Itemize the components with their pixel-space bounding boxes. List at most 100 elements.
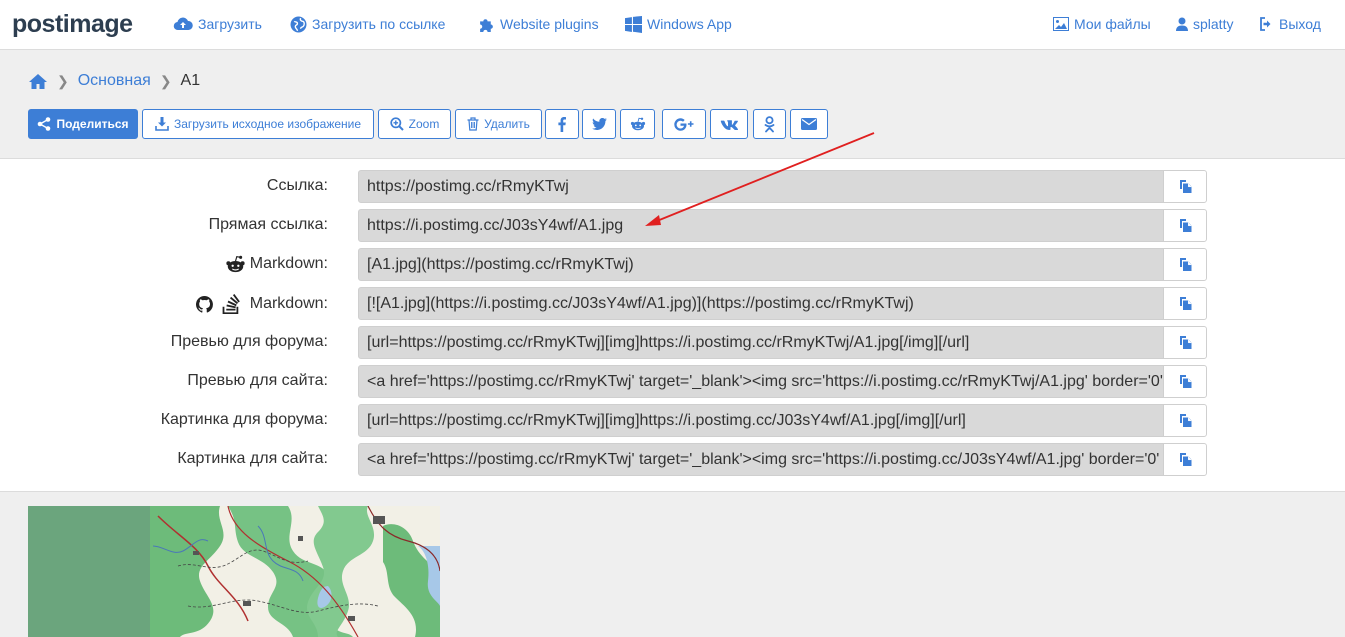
brand-logo[interactable]: postimage <box>12 10 133 39</box>
link-field[interactable]: [A1.jpg](https://postimg.cc/rRmyKTwj) <box>358 248 1164 281</box>
link-field[interactable]: <a href='https://postimg.cc/rRmyKTwj' ta… <box>358 443 1164 476</box>
nav-upload-by-link[interactable]: Загрузить по ссылке <box>290 14 445 34</box>
twitter-icon <box>591 118 607 130</box>
chevron-right-icon: ❯ <box>159 72 172 89</box>
link-label: Превью для сайта: <box>187 372 328 390</box>
reddit-icon <box>630 117 645 131</box>
vk-icon <box>720 119 738 130</box>
link-field[interactable]: https://postimg.cc/rRmyKTwj <box>358 170 1164 203</box>
nav-my-files-label: Мои файлы <box>1074 16 1151 32</box>
nav-user[interactable]: splatty <box>1176 14 1233 34</box>
image-icon <box>1053 17 1069 31</box>
copy-button[interactable] <box>1163 404 1207 437</box>
link-row: Картинка для сайта: <a href='https://pos… <box>0 443 1345 476</box>
zoom-in-icon <box>390 117 404 131</box>
globe-icon <box>290 16 307 32</box>
link-field[interactable]: [![A1.jpg](https://i.postimg.cc/J03sY4wf… <box>358 287 1164 320</box>
delete-button-label: Удалить <box>484 117 530 131</box>
puzzle-icon <box>480 18 493 32</box>
link-label: Markdown: <box>195 294 328 314</box>
zoom-button[interactable]: Zoom <box>378 109 451 139</box>
stackoverflow-icon <box>222 294 240 314</box>
nav-upload[interactable]: Загрузить <box>173 14 262 34</box>
share-google-plus-button[interactable] <box>662 109 706 139</box>
link-label-text: Ссылка: <box>266 177 328 194</box>
copy-icon <box>1179 258 1191 271</box>
breadcrumb-current: A1 <box>180 72 201 89</box>
google-plus-icon <box>674 117 694 131</box>
nav-windows-app-label: Windows App <box>647 16 732 32</box>
download-icon <box>155 117 169 131</box>
nav-my-files[interactable]: Мои файлы <box>1053 14 1151 34</box>
nav-upload-label: Загрузить <box>198 16 262 32</box>
nav-website-plugins[interactable]: Website plugins <box>478 14 599 34</box>
link-label-text: Markdown: <box>249 255 328 272</box>
home-icon[interactable] <box>28 73 48 90</box>
link-row: Превью для форума: [url=https://postimg.… <box>0 326 1345 359</box>
link-label-text: Превью для форума: <box>170 333 328 350</box>
link-field[interactable]: <a href='https://postimg.cc/rRmyKTwj' ta… <box>358 365 1164 398</box>
copy-icon <box>1179 219 1191 232</box>
image-preview[interactable] <box>28 506 440 637</box>
copy-button[interactable] <box>1163 365 1207 398</box>
delete-button[interactable]: Удалить <box>455 109 542 139</box>
download-original-button[interactable]: Загрузить исходное изображение <box>142 109 374 139</box>
chevron-right-icon: ❯ <box>57 72 69 89</box>
copy-button[interactable] <box>1163 209 1207 242</box>
nav-logout-label: Выход <box>1279 16 1321 32</box>
link-field[interactable]: [url=https://postimg.cc/rRmyKTwj][img]ht… <box>358 404 1164 437</box>
top-navbar: postimage Загрузить Загрузить по ссылке … <box>0 0 1345 50</box>
reddit-icon <box>226 255 245 273</box>
link-row: Markdown: [![A1.jpg](https://i.postimg.c… <box>0 287 1345 320</box>
link-row: Ссылка: https://postimg.cc/rRmyKTwj <box>0 170 1345 203</box>
facebook-icon <box>558 116 566 132</box>
github-icon <box>195 295 213 313</box>
cloud-upload-icon <box>173 17 193 31</box>
link-label: Ссылка: <box>267 177 328 195</box>
link-row: Картинка для форума: [url=https://postim… <box>0 404 1345 437</box>
copy-icon <box>1179 414 1191 427</box>
share-icon <box>38 117 51 131</box>
odnoklassniki-icon <box>764 115 775 132</box>
sign-out-icon <box>1260 17 1271 31</box>
share-facebook-button[interactable] <box>545 109 579 139</box>
link-row: Превью для сайта: <a href='https://posti… <box>0 365 1345 398</box>
breadcrumb: ❯ Основная ❯ A1 <box>28 70 200 92</box>
share-reddit-button[interactable] <box>620 109 655 139</box>
windows-icon <box>625 15 642 33</box>
copy-button[interactable] <box>1163 287 1207 320</box>
link-label-text: Превью для сайта: <box>187 372 328 389</box>
link-label: Картинка для сайта: <box>177 450 328 468</box>
share-vk-button[interactable] <box>710 109 748 139</box>
share-button[interactable]: Поделиться <box>28 109 138 139</box>
copy-icon <box>1179 297 1191 310</box>
share-twitter-button[interactable] <box>582 109 616 139</box>
copy-icon <box>1179 453 1191 466</box>
zoom-button-label: Zoom <box>408 117 440 131</box>
link-field[interactable]: [url=https://postimg.cc/rRmyKTwj][img]ht… <box>358 326 1164 359</box>
nav-logout[interactable]: Выход <box>1259 14 1321 34</box>
download-original-label: Загрузить исходное изображение <box>173 117 362 131</box>
copy-button[interactable] <box>1163 326 1207 359</box>
link-label-text: Картинка для сайта: <box>177 450 328 467</box>
link-label: Прямая ссылка: <box>209 216 328 234</box>
link-label-text: Картинка для форума: <box>160 411 328 428</box>
copy-icon <box>1179 375 1191 388</box>
copy-button[interactable] <box>1163 170 1207 203</box>
link-row: Прямая ссылка: https://i.postimg.cc/J03s… <box>0 209 1345 242</box>
breadcrumb-home-link[interactable]: Основная <box>78 72 151 90</box>
links-panel: Ссылка: https://postimg.cc/rRmyKTwj Прям… <box>0 158 1345 492</box>
map-thumbnail <box>28 506 440 637</box>
copy-button[interactable] <box>1163 443 1207 476</box>
copy-button[interactable] <box>1163 248 1207 281</box>
link-field[interactable]: https://i.postimg.cc/J03sY4wf/A1.jpg <box>358 209 1164 242</box>
share-email-button[interactable] <box>790 109 828 139</box>
user-icon <box>1176 17 1188 31</box>
copy-icon <box>1179 180 1191 193</box>
link-label-text: Прямая ссылка: <box>208 216 328 233</box>
trash-icon <box>467 117 479 131</box>
nav-upload-by-link-label: Загрузить по ссылке <box>312 16 446 32</box>
share-odnoklassniki-button[interactable] <box>753 109 786 139</box>
link-row: Markdown: [A1.jpg](https://postimg.cc/rR… <box>0 248 1345 281</box>
nav-windows-app[interactable]: Windows App <box>625 14 732 34</box>
